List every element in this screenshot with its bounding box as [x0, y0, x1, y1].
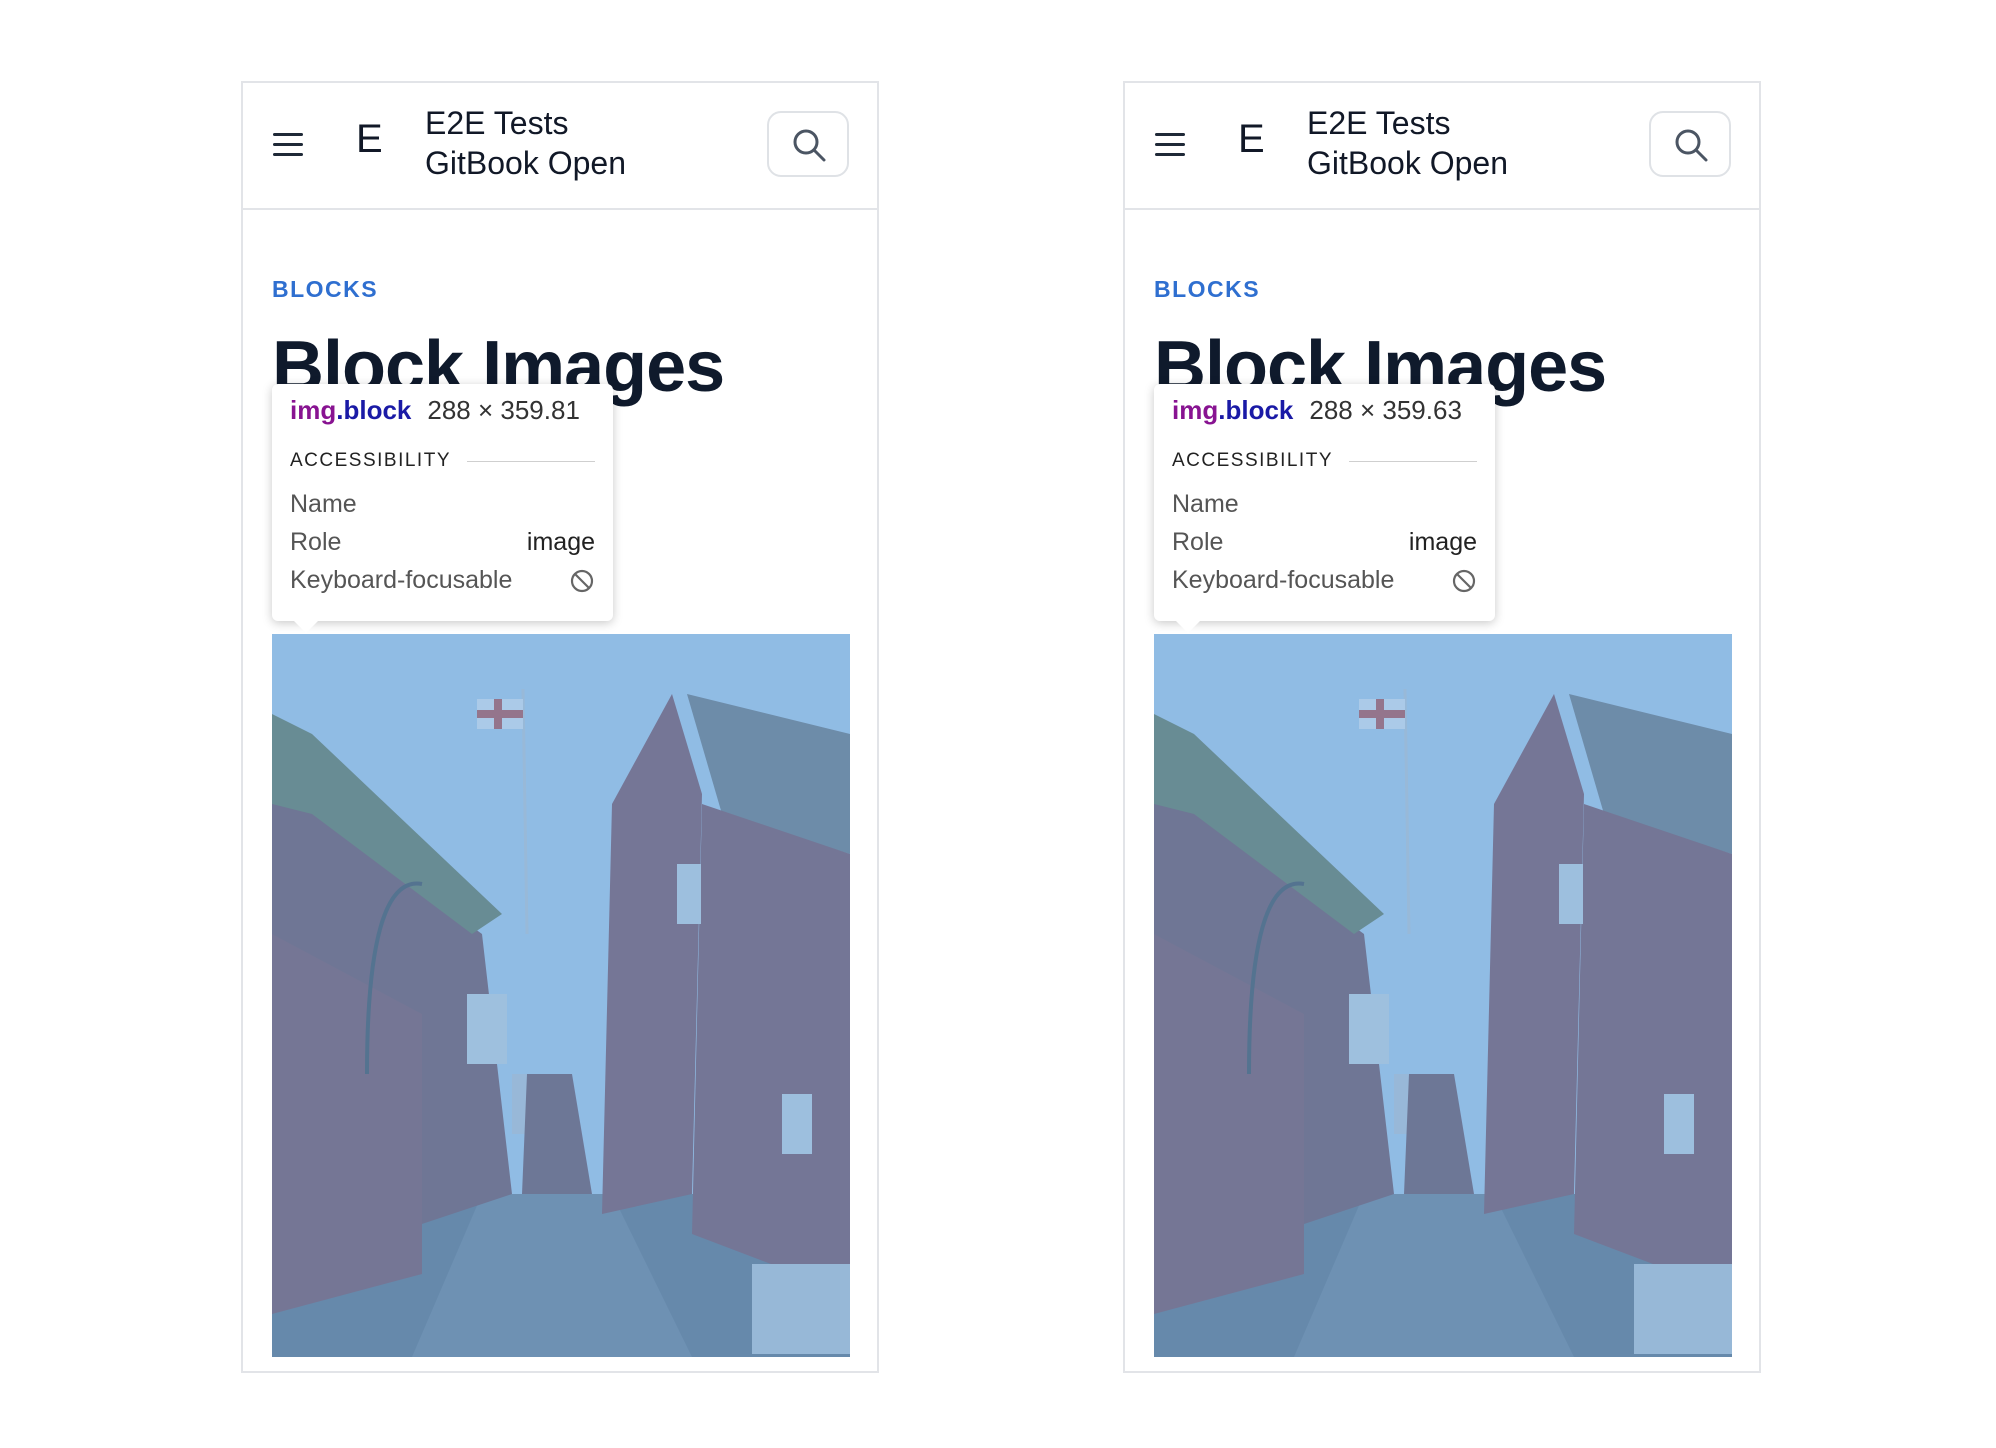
not-allowed-icon [570, 569, 594, 592]
role-value: image [526, 528, 595, 556]
element-selector: img.block 288 × 359.63 [1172, 395, 1462, 426]
site-title-line-2: GitBook Open [1307, 145, 1508, 181]
site-logo[interactable]: E [356, 119, 383, 159]
keyboard-focusable-row: Keyboard-focusable [290, 566, 595, 595]
site-logo[interactable]: E [1238, 119, 1265, 159]
search-button[interactable] [1649, 111, 1731, 177]
not-allowed-icon [1452, 569, 1476, 592]
inspect-highlight-overlay [272, 634, 850, 1357]
search-button[interactable] [767, 111, 849, 177]
element-tag: img [1172, 395, 1219, 425]
hamburger-menu-icon[interactable] [273, 131, 305, 159]
element-class: .block [336, 395, 412, 425]
search-icon [1675, 129, 1708, 162]
breadcrumb[interactable]: BLOCKS [272, 276, 378, 303]
devtools-inspect-tooltip: img.block 288 × 359.81 ACCESSIBILITY Name… [272, 384, 613, 633]
site-header: E E2E Tests GitBook Open [1125, 83, 1759, 210]
element-dimensions: 288 × 359.81 [427, 395, 580, 425]
site-title-line-1: E2E Tests [1307, 105, 1451, 141]
inspect-highlight-overlay [1154, 634, 1732, 1357]
accessibility-name-row: Name [290, 490, 357, 518]
accessibility-role-row: Role image [290, 528, 595, 556]
mobile-page-frame-right: E E2E Tests GitBook Open BLOCKS Block Im… [1123, 81, 1761, 1373]
breadcrumb[interactable]: BLOCKS [1154, 276, 1260, 303]
role-value: image [1408, 528, 1477, 556]
element-tag: img [290, 395, 337, 425]
site-title[interactable]: E2E Tests GitBook Open [1307, 103, 1508, 183]
block-image [1154, 634, 1732, 1357]
element-class: .block [1218, 395, 1294, 425]
element-selector: img.block 288 × 359.81 [290, 395, 580, 426]
element-dimensions: 288 × 359.63 [1309, 395, 1462, 425]
mobile-page-frame-left: E E2E Tests GitBook Open BLOCKS Block Im… [241, 81, 879, 1373]
site-title[interactable]: E2E Tests GitBook Open [425, 103, 626, 183]
site-title-line-2: GitBook Open [425, 145, 626, 181]
block-image [272, 634, 850, 1357]
accessibility-section-header: ACCESSIBILITY [1172, 450, 1477, 472]
site-header: E E2E Tests GitBook Open [243, 83, 877, 210]
search-icon [793, 129, 826, 162]
hamburger-menu-icon[interactable] [1155, 131, 1187, 159]
devtools-inspect-tooltip: img.block 288 × 359.63 ACCESSIBILITY Name… [1154, 384, 1495, 633]
site-title-line-1: E2E Tests [425, 105, 569, 141]
accessibility-section-header: ACCESSIBILITY [290, 450, 595, 472]
accessibility-role-row: Role image [1172, 528, 1477, 556]
keyboard-focusable-row: Keyboard-focusable [1172, 566, 1477, 595]
accessibility-name-row: Name [1172, 490, 1239, 518]
